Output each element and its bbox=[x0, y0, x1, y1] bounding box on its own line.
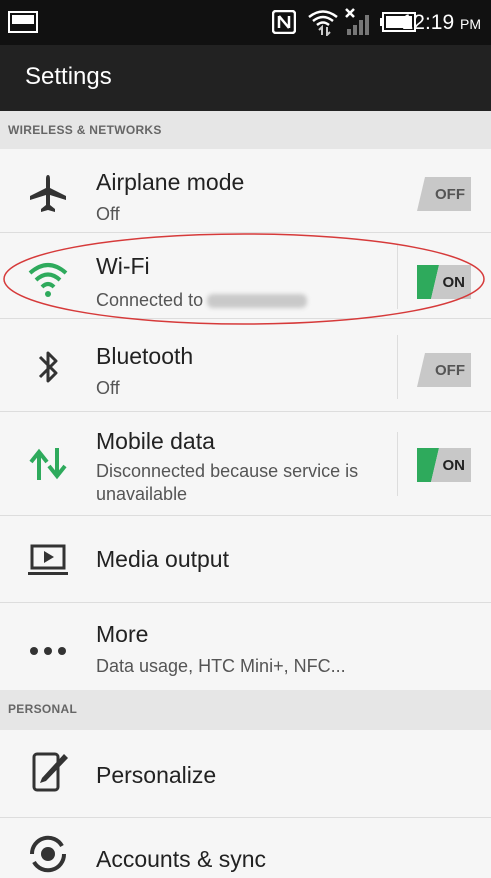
app-bar: Settings bbox=[0, 45, 491, 111]
bluetooth-icon bbox=[38, 351, 58, 383]
nfc-icon bbox=[272, 10, 296, 34]
more-label: More bbox=[96, 621, 149, 647]
media-output-label: Media output bbox=[96, 546, 229, 572]
airplane-label: Airplane mode bbox=[96, 169, 245, 195]
airplane-icon bbox=[30, 175, 66, 212]
more-subtitle: Data usage, HTC Mini+, NFC... bbox=[96, 656, 346, 676]
gallery-icon bbox=[8, 11, 38, 33]
mobile-data-status-line1: Disconnected because service is bbox=[96, 461, 359, 481]
more-dots-icon bbox=[30, 647, 66, 655]
section-header-wireless: WIRELESS & NETWORKS bbox=[0, 111, 491, 149]
setting-more[interactable]: More Data usage, HTC Mini+, NFC... bbox=[0, 603, 491, 690]
mobile-data-toggle[interactable]: ON bbox=[417, 448, 471, 482]
status-bar: 12:19 PM bbox=[0, 0, 491, 45]
setting-accounts-sync[interactable]: Accounts & sync bbox=[0, 818, 491, 877]
personalize-icon bbox=[32, 752, 68, 792]
section-header-personal: PERSONAL bbox=[0, 690, 491, 730]
bluetooth-toggle[interactable]: OFF bbox=[417, 353, 471, 387]
airplane-status: Off bbox=[96, 204, 120, 224]
mobile-data-label: Mobile data bbox=[96, 428, 215, 454]
bluetooth-label: Bluetooth bbox=[96, 343, 194, 369]
setting-airplane-mode[interactable]: Airplane mode Off OFF bbox=[0, 149, 491, 233]
mobile-data-arrows-icon bbox=[29, 448, 67, 480]
wifi-highlight-annotation bbox=[3, 233, 485, 325]
page-title: Settings bbox=[25, 63, 112, 90]
wifi-status-icon bbox=[308, 10, 338, 36]
setting-personalize[interactable]: Personalize bbox=[0, 730, 491, 818]
mobile-data-status-line2: unavailable bbox=[96, 484, 188, 504]
setting-mobile-data[interactable]: Mobile data Disconnected because service… bbox=[0, 412, 491, 516]
sync-icon bbox=[29, 835, 67, 873]
status-clock: 12:19 PM bbox=[401, 11, 481, 34]
bluetooth-status: Off bbox=[96, 378, 120, 398]
media-output-icon bbox=[28, 544, 68, 575]
airplane-toggle[interactable]: OFF bbox=[417, 177, 471, 211]
setting-bluetooth[interactable]: Bluetooth Off OFF bbox=[0, 319, 491, 412]
personalize-label: Personalize bbox=[96, 762, 217, 788]
signal-icon bbox=[345, 8, 369, 35]
setting-media-output[interactable]: Media output bbox=[0, 516, 491, 603]
accounts-sync-label: Accounts & sync bbox=[96, 846, 267, 872]
